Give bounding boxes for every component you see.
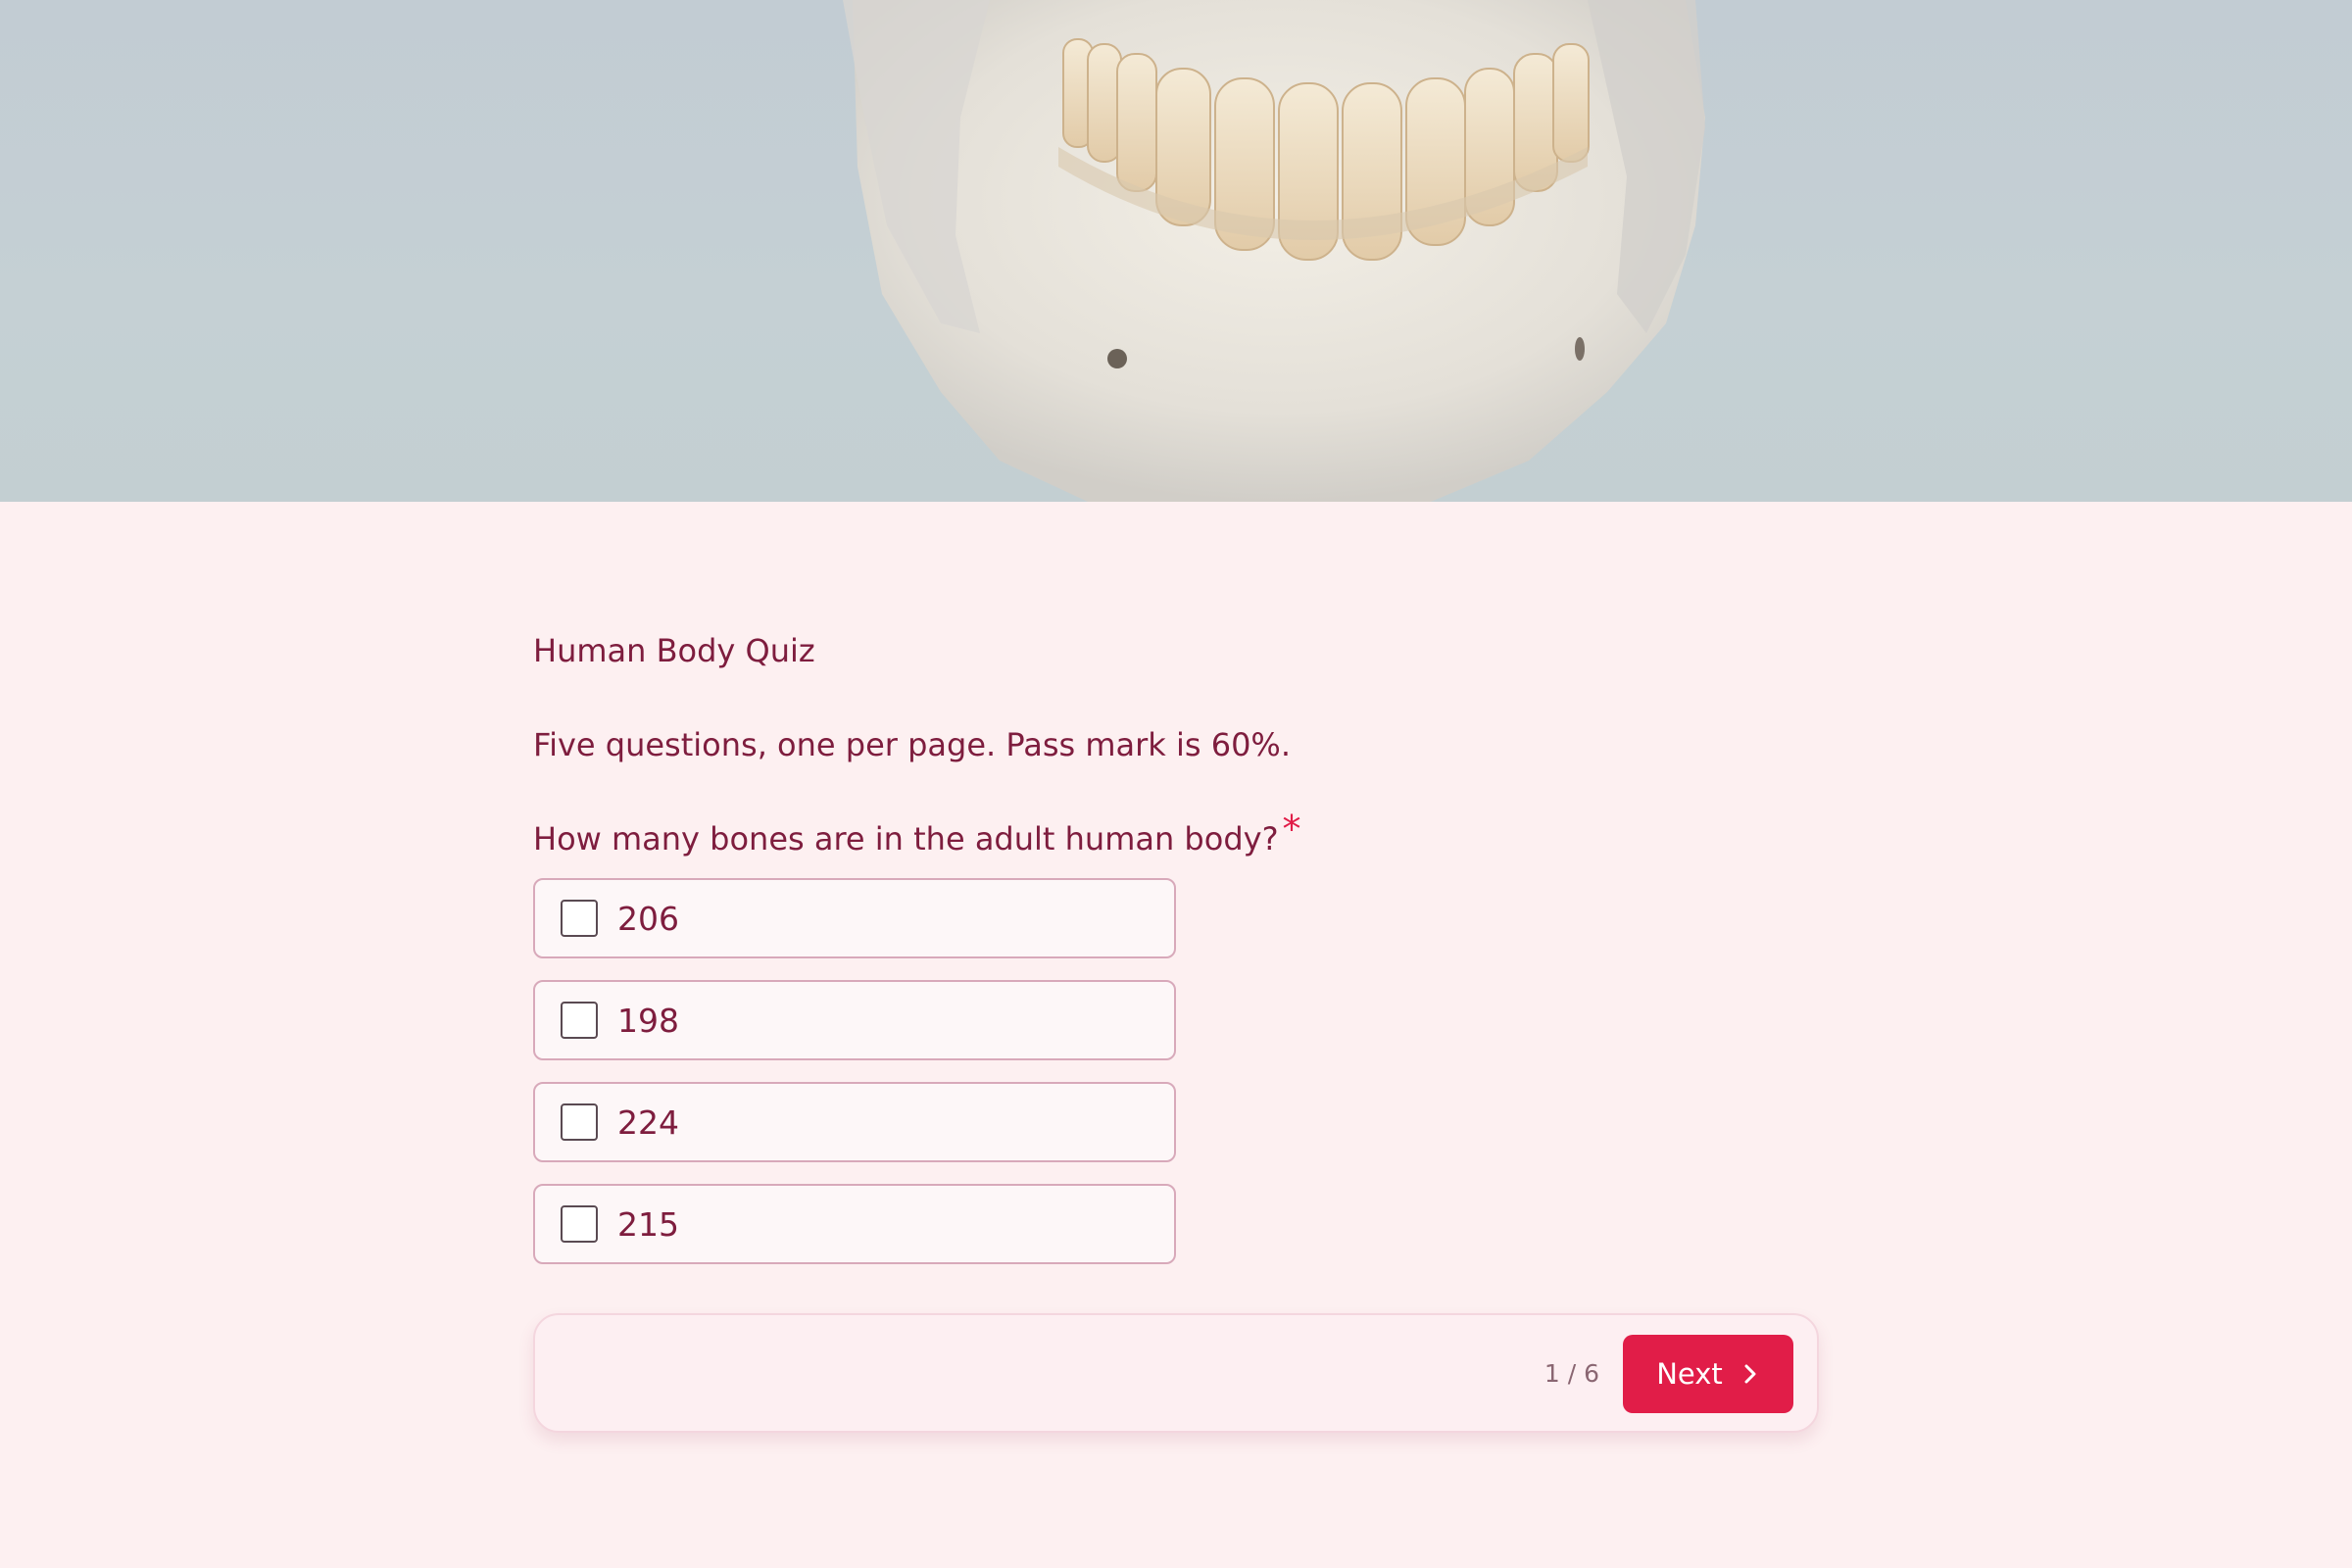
- option-198[interactable]: 198: [533, 980, 1176, 1060]
- option-224[interactable]: 224: [533, 1082, 1176, 1162]
- question-label: How many bones are in the adult human bo…: [533, 820, 1279, 858]
- next-button[interactable]: Next: [1623, 1335, 1793, 1413]
- navigation-bar: 1 / 6 Next: [533, 1313, 1819, 1433]
- next-button-label: Next: [1656, 1357, 1723, 1391]
- quiz-description: Five questions, one per page. Pass mark …: [533, 726, 1291, 763]
- option-label: 224: [617, 1102, 679, 1142]
- answer-options: 206 198 224 215: [533, 878, 1176, 1286]
- option-label: 215: [617, 1204, 679, 1244]
- option-206[interactable]: 206: [533, 878, 1176, 958]
- skull-jaw-photo-icon: [843, 0, 1705, 502]
- option-215[interactable]: 215: [533, 1184, 1176, 1264]
- checkbox[interactable]: [561, 1205, 598, 1243]
- checkbox[interactable]: [561, 1103, 598, 1141]
- quiz-title: Human Body Quiz: [533, 632, 815, 669]
- option-label: 206: [617, 899, 679, 938]
- hero-image: [0, 0, 2352, 502]
- checkbox[interactable]: [561, 900, 598, 937]
- option-label: 198: [617, 1001, 679, 1040]
- page-indicator: 1 / 6: [1544, 1359, 1599, 1388]
- question-text: How many bones are in the adult human bo…: [533, 808, 1301, 862]
- checkbox[interactable]: [561, 1002, 598, 1039]
- chevron-right-icon: [1744, 1364, 1756, 1384]
- required-marker: *: [1282, 808, 1301, 851]
